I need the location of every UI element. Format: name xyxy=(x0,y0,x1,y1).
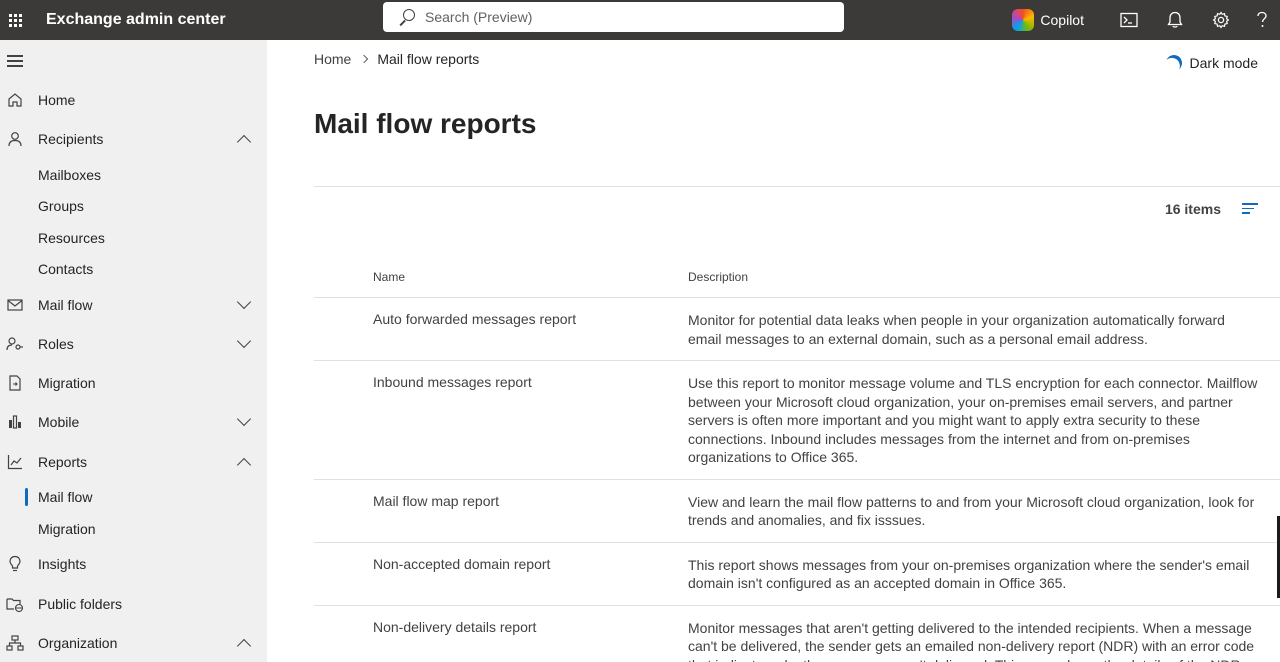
search-input[interactable] xyxy=(425,9,805,25)
mail-icon xyxy=(6,296,24,314)
app-launcher-button[interactable] xyxy=(0,0,30,40)
page-title: Mail flow reports xyxy=(314,108,537,139)
cloud-shell-button[interactable] xyxy=(1106,0,1152,40)
app-title[interactable]: Exchange admin center xyxy=(46,11,226,29)
report-name[interactable]: Non-delivery details report xyxy=(373,619,536,635)
report-name[interactable]: Non-accepted domain report xyxy=(373,556,550,572)
breadcrumb-current: Mail flow reports xyxy=(377,51,480,67)
breadcrumb-home-link[interactable]: Home xyxy=(314,51,351,67)
divider xyxy=(314,186,1280,187)
collapse-navigation-button[interactable] xyxy=(7,55,23,67)
sidebar: Home Recipients Mailboxes Groups Resourc… xyxy=(0,40,267,662)
notifications-button[interactable] xyxy=(1152,0,1198,40)
active-indicator xyxy=(25,488,28,506)
sidebar-item-contacts[interactable]: Contacts xyxy=(0,254,267,284)
lightbulb-icon xyxy=(6,555,24,573)
home-icon xyxy=(6,91,24,109)
person-key-icon xyxy=(6,335,24,353)
waffle-icon xyxy=(8,13,22,27)
report-description: This report shows messages from your on-… xyxy=(688,556,1250,592)
sidebar-item-reports-migration[interactable]: Migration xyxy=(0,514,267,544)
sidebar-item-groups[interactable]: Groups xyxy=(0,191,267,221)
report-description: View and learn the mail flow patterns to… xyxy=(688,493,1255,529)
sidebar-item-home[interactable]: Home xyxy=(0,82,267,118)
question-icon xyxy=(1257,11,1267,27)
chevron-up-icon xyxy=(236,134,252,150)
dark-mode-toggle[interactable]: Dark mode xyxy=(1166,55,1258,71)
report-name[interactable]: Auto forwarded messages report xyxy=(373,311,576,327)
sidebar-item-mail-flow[interactable]: Mail flow xyxy=(0,287,267,323)
reports-table: Name Description Auto forwarded messages… xyxy=(314,258,1280,662)
column-header-description[interactable]: Description xyxy=(688,270,748,284)
dark-mode-label: Dark mode xyxy=(1189,55,1258,71)
table-row[interactable]: Mail flow map report View and learn the … xyxy=(314,480,1280,543)
settings-button[interactable] xyxy=(1198,0,1244,40)
sidebar-item-resources[interactable]: Resources xyxy=(0,223,267,253)
report-description: Use this report to monitor message volum… xyxy=(688,375,1258,465)
table-header: Name Description xyxy=(314,258,1280,298)
sidebar-item-public-folders[interactable]: Public folders xyxy=(0,586,267,622)
top-right-actions: Copilot xyxy=(1012,0,1280,40)
chevron-up-icon xyxy=(236,638,252,654)
sidebar-item-mailboxes[interactable]: Mailboxes xyxy=(0,160,267,190)
folder-globe-icon xyxy=(6,595,24,613)
report-name[interactable]: Inbound messages report xyxy=(373,374,532,390)
chevron-down-icon xyxy=(236,411,252,427)
copilot-label: Copilot xyxy=(1040,12,1084,28)
top-bar: Exchange admin center Copilot xyxy=(0,0,1280,40)
column-header-name[interactable]: Name xyxy=(373,270,405,284)
main-content: Home Mail flow reports Dark mode Mail fl… xyxy=(267,40,1280,662)
breadcrumb: Home Mail flow reports xyxy=(314,51,479,67)
sort-filter-icon[interactable] xyxy=(1242,203,1258,215)
gear-icon xyxy=(1212,11,1230,29)
document-arrow-icon xyxy=(6,374,24,392)
report-description: Monitor for potential data leaks when pe… xyxy=(688,312,1225,347)
sidebar-item-migration[interactable]: Migration xyxy=(0,365,267,401)
table-row[interactable]: Auto forwarded messages report Monitor f… xyxy=(314,298,1280,361)
table-row[interactable]: Inbound messages report Use this report … xyxy=(314,361,1280,480)
chevron-right-icon xyxy=(360,54,369,64)
report-name[interactable]: Mail flow map report xyxy=(373,493,499,509)
moon-icon xyxy=(1163,53,1184,74)
search-icon xyxy=(397,8,415,26)
mobile-chart-icon xyxy=(6,413,24,431)
report-description: Monitor messages that aren't getting del… xyxy=(688,619,1255,662)
bell-icon xyxy=(1167,11,1183,28)
copilot-button[interactable]: Copilot xyxy=(1012,9,1084,31)
sidebar-item-mobile[interactable]: Mobile xyxy=(0,404,267,440)
organization-icon xyxy=(6,634,24,652)
chevron-down-icon xyxy=(236,294,252,310)
items-count: 16 items xyxy=(1164,201,1221,217)
table-row[interactable]: Non-accepted domain report This report s… xyxy=(314,543,1280,606)
sidebar-item-insights[interactable]: Insights xyxy=(0,546,267,582)
sidebar-item-reports[interactable]: Reports xyxy=(0,444,267,480)
sidebar-item-roles[interactable]: Roles xyxy=(0,326,267,362)
search-box[interactable] xyxy=(383,2,844,32)
chevron-up-icon xyxy=(236,457,252,473)
help-button[interactable] xyxy=(1244,0,1280,40)
chevron-down-icon xyxy=(236,333,252,349)
sidebar-item-reports-mail-flow[interactable]: Mail flow xyxy=(0,482,267,512)
person-icon xyxy=(6,130,24,148)
sidebar-item-recipients[interactable]: Recipients xyxy=(0,121,267,157)
sidebar-item-organization[interactable]: Organization xyxy=(0,625,267,661)
terminal-icon xyxy=(1120,12,1138,28)
copilot-icon xyxy=(1012,9,1035,31)
line-chart-icon xyxy=(6,453,24,471)
table-row[interactable]: Non-delivery details report Monitor mess… xyxy=(314,606,1280,662)
